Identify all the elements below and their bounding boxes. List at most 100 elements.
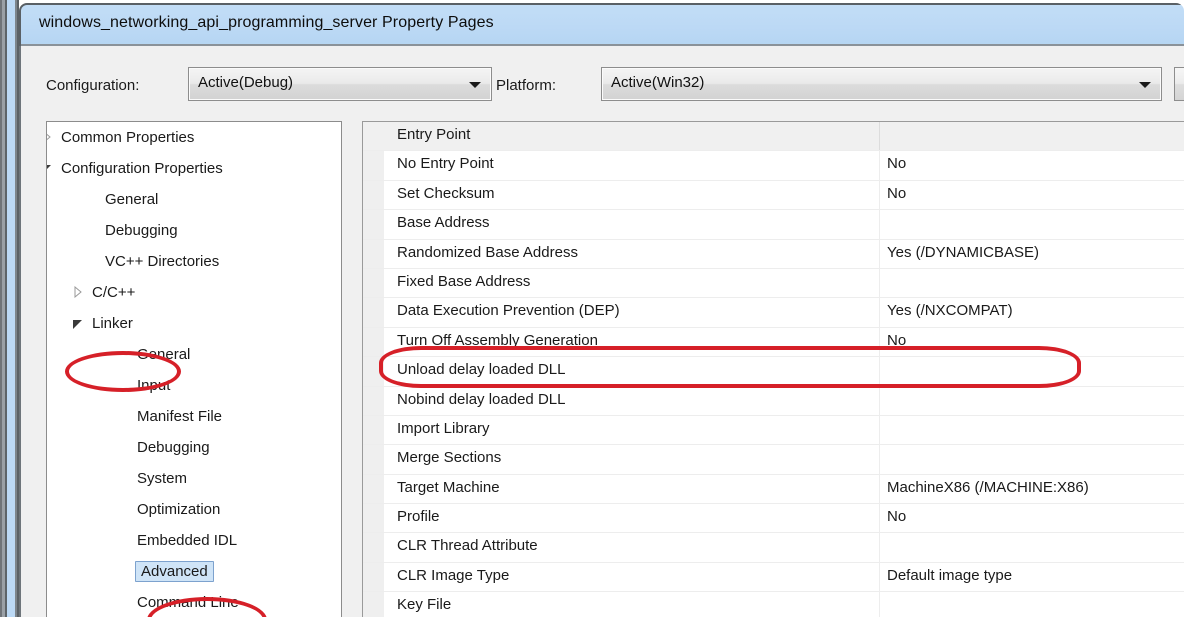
grid-row[interactable]: Unload delay loaded DLL: [363, 357, 1184, 387]
tree-item-label: Command Line: [137, 594, 239, 611]
tree-item-common-properties[interactable]: Common Properties: [47, 122, 341, 153]
grid-row-value[interactable]: No: [887, 508, 906, 525]
tree-item-optimization[interactable]: Optimization: [47, 494, 341, 525]
tree-item-label: Configuration Properties: [61, 160, 223, 177]
grid-row[interactable]: Key File: [363, 592, 1184, 617]
tree-item-debugging[interactable]: Debugging: [47, 215, 341, 246]
configuration-combobox[interactable]: Active(Debug): [188, 67, 492, 101]
tree-item-system[interactable]: System: [47, 463, 341, 494]
tree-item-general[interactable]: General: [47, 184, 341, 215]
grid-row[interactable]: Entry Point: [363, 122, 1184, 152]
grid-row[interactable]: Merge Sections: [363, 445, 1184, 475]
grid-column-separator: [879, 151, 880, 180]
tree-item-label: Common Properties: [61, 129, 195, 146]
grid-row-value[interactable]: Default image type: [887, 567, 1012, 584]
tree-item-label: General: [105, 191, 159, 208]
tree-item-label: Embedded IDL: [137, 532, 238, 549]
tree-item-debugging[interactable]: Debugging: [47, 432, 341, 463]
configuration-toolbar: Configuration: Active(Debug) Platform: A…: [21, 67, 1184, 107]
grid-row-name: Base Address: [397, 214, 490, 232]
grid-column-separator: [879, 122, 880, 151]
chevron-down-icon[interactable]: [1139, 82, 1151, 88]
grid-row-value[interactable]: No: [887, 332, 906, 349]
dialog-client-area: Configuration: Active(Debug) Platform: A…: [19, 46, 1184, 617]
grid-row[interactable]: No Entry Point No: [363, 151, 1184, 181]
tree-item-label: Linker: [92, 315, 133, 332]
grid-row[interactable]: CLR Thread Attribute: [363, 533, 1184, 563]
chevron-down-icon[interactable]: [46, 162, 53, 174]
tree-item-configuration-properties[interactable]: Configuration Properties: [47, 153, 341, 184]
grid-row[interactable]: Import Library: [363, 415, 1184, 446]
tree-item-input[interactable]: Input: [47, 370, 341, 401]
tree-item-label: C/C++: [92, 284, 136, 301]
dialog-titlebar[interactable]: windows_networking_api_programming_serve…: [19, 3, 1184, 46]
tree-item-label: Debugging: [137, 439, 210, 456]
tree-item-advanced[interactable]: Advanced: [47, 556, 341, 587]
chevron-right-icon[interactable]: [72, 286, 84, 298]
tree-item-label: Advanced: [135, 561, 214, 582]
grid-row-value[interactable]: Yes (/NXCOMPAT): [887, 302, 1013, 319]
property-pages-dialog: windows_networking_api_programming_serve…: [7, 3, 1184, 617]
tree-item-label: Optimization: [137, 501, 221, 518]
platform-combobox[interactable]: Active(Win32): [601, 67, 1162, 101]
grid-row[interactable]: Turn Off Assembly Generation No: [363, 327, 1184, 358]
grid-row-name: Randomized Base Address: [397, 243, 578, 261]
grid-row-name: Merge Sections: [397, 449, 502, 467]
tree-item-label: Manifest File: [137, 408, 223, 425]
chevron-right-icon[interactable]: [46, 131, 53, 143]
property-tree[interactable]: Common Properties Configuration Propertie…: [46, 121, 342, 617]
grid-column-separator: [879, 562, 880, 592]
grid-column-separator: [879, 474, 880, 504]
tree-item-general[interactable]: General: [47, 339, 341, 370]
configuration-combobox-value: Active(Debug): [198, 74, 294, 91]
grid-column-separator: [879, 239, 880, 268]
grid-row[interactable]: CLR Image Type Default image type: [363, 562, 1184, 593]
platform-label: Platform:: [496, 77, 557, 94]
grid-row-name: Entry Point: [397, 126, 471, 143]
grid-row[interactable]: Fixed Base Address: [363, 268, 1184, 299]
tree-item-vc-directories[interactable]: VC++ Directories: [47, 246, 341, 277]
configuration-label: Configuration:: [46, 77, 140, 94]
grid-column-separator: [879, 445, 880, 474]
grid-row-name: Target Machine: [397, 478, 500, 496]
grid-row-name: Turn Off Assembly Generation: [397, 331, 598, 349]
grid-row[interactable]: Profile No: [363, 504, 1184, 534]
grid-row-value[interactable]: MachineX86 (/MACHINE:X86): [887, 479, 1089, 496]
grid-row-value[interactable]: No: [887, 155, 906, 172]
dialog-title: windows_networking_api_programming_serve…: [39, 14, 494, 31]
grid-column-separator: [879, 180, 880, 210]
grid-column-separator: [879, 592, 880, 617]
grid-column-separator: [879, 268, 880, 298]
grid-row-name: Data Execution Prevention (DEP): [397, 302, 620, 320]
property-grid[interactable]: Entry Point No Entry Point No Set Checksum N…: [362, 121, 1184, 617]
grid-row[interactable]: Randomized Base Address Yes (/DYNAMICBASE…: [363, 239, 1184, 269]
grid-row-value[interactable]: No: [887, 185, 906, 202]
grid-column-separator: [879, 533, 880, 562]
chevron-down-icon[interactable]: [469, 82, 481, 88]
tree-item-label: Debugging: [105, 222, 178, 239]
chevron-down-icon[interactable]: [72, 317, 84, 329]
tree-item-linker[interactable]: Linker: [47, 308, 341, 339]
tree-item-command-line[interactable]: Command Line: [47, 587, 341, 617]
tree-item-label: VC++ Directories: [105, 253, 220, 270]
grid-column-separator: [879, 386, 880, 415]
grid-row[interactable]: Data Execution Prevention (DEP) Yes (/NXC…: [363, 298, 1184, 328]
grid-row-name: Set Checksum: [397, 184, 495, 202]
grid-row-name: Key File: [397, 596, 452, 614]
grid-row-name: Nobind delay loaded DLL: [397, 390, 566, 408]
tree-item-label: Input: [137, 377, 171, 394]
tree-item-embedded-idl[interactable]: Embedded IDL: [47, 525, 341, 556]
grid-column-separator: [879, 415, 880, 445]
grid-row[interactable]: Set Checksum No: [363, 180, 1184, 211]
grid-row[interactable]: Target Machine MachineX86 (/MACHINE:X86): [363, 474, 1184, 505]
desktop-background: windows_networking_api_programming_serve…: [0, 0, 1184, 617]
platform-combobox-value: Active(Win32): [611, 74, 705, 91]
tree-item-manifest-file[interactable]: Manifest File: [47, 401, 341, 432]
grid-row-name: No Entry Point: [397, 155, 494, 173]
tree-item-label: General: [137, 346, 191, 363]
grid-row-value[interactable]: Yes (/DYNAMICBASE): [887, 244, 1039, 261]
grid-row[interactable]: Base Address: [363, 210, 1184, 240]
grid-row[interactable]: Nobind delay loaded DLL: [363, 386, 1184, 416]
configuration-manager-button[interactable]: Configuration Manager...: [1174, 67, 1184, 101]
tree-item-c-c[interactable]: C/C++: [47, 277, 341, 308]
